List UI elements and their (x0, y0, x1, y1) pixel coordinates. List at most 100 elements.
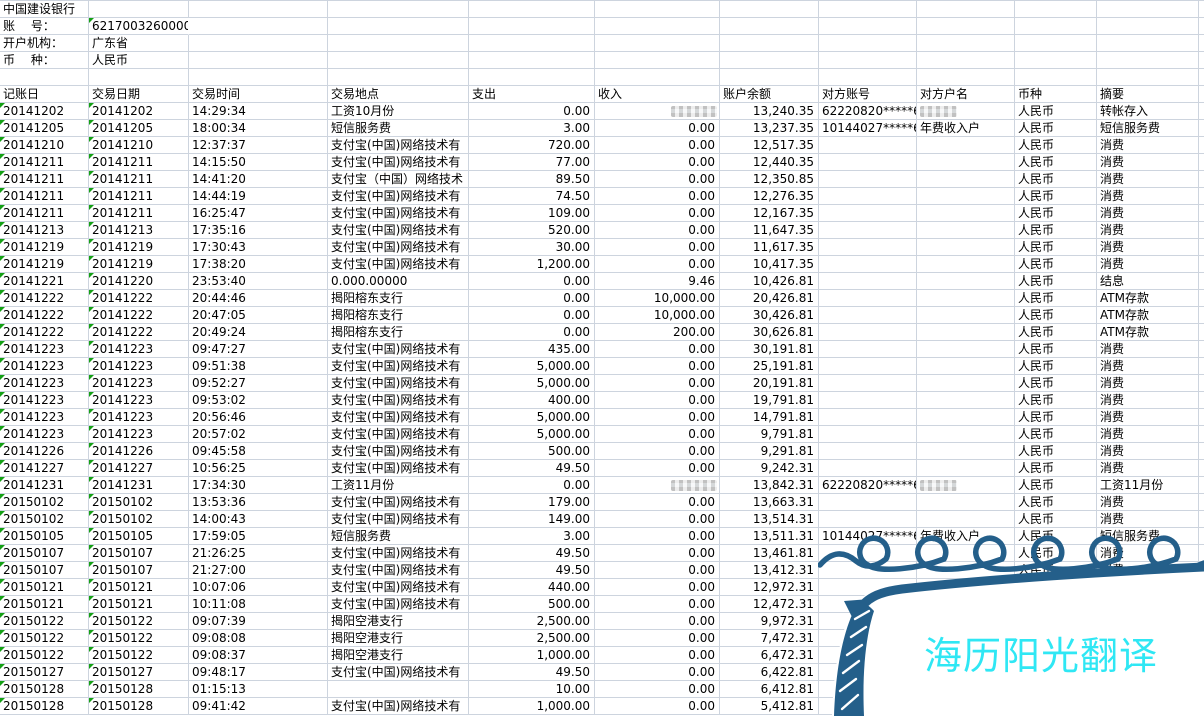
cell[interactable] (595, 69, 720, 86)
cell[interactable] (1199, 698, 1204, 715)
cell-name[interactable] (917, 426, 1015, 443)
cell-posting-date[interactable]: 20141222 (0, 324, 89, 341)
cell-summary[interactable]: 消费 (1097, 171, 1199, 188)
cell-name[interactable] (917, 409, 1015, 426)
cell-balance[interactable]: 13,461.81 (720, 545, 819, 562)
cell[interactable] (595, 18, 720, 35)
cell[interactable] (1199, 52, 1204, 69)
cell-income[interactable]: 0.00 (595, 596, 720, 613)
cell-income[interactable]: 0.00 (595, 222, 720, 239)
cell-balance[interactable]: 12,972.31 (720, 579, 819, 596)
cell-summary[interactable]: 消费 (1097, 205, 1199, 222)
cell[interactable] (1199, 69, 1204, 86)
cell-currency[interactable]: 人民币 (1015, 375, 1097, 392)
cell-account[interactable] (819, 596, 917, 613)
cell-posting-date[interactable]: 20141223 (0, 375, 89, 392)
cell-balance[interactable]: 12,440.35 (720, 154, 819, 171)
cell-posting-date[interactable]: 20141226 (0, 443, 89, 460)
cell[interactable] (1199, 545, 1204, 562)
cell-expense[interactable]: 5,000.00 (469, 426, 595, 443)
cell-balance[interactable]: 13,237.35 (720, 120, 819, 137)
cell-account[interactable] (819, 324, 917, 341)
cell[interactable] (1199, 528, 1204, 545)
cell-balance[interactable]: 30,191.81 (720, 341, 819, 358)
cell-account[interactable]: 10144027*****62 (819, 120, 917, 137)
cell-balance[interactable]: 6,422.81 (720, 664, 819, 681)
cell[interactable] (1015, 1, 1097, 18)
cell-summary[interactable]: 消费 (1097, 409, 1199, 426)
cell-balance[interactable]: 13,240.35 (720, 103, 819, 120)
cell-account[interactable] (819, 613, 917, 630)
column-header[interactable]: 币种 (1015, 86, 1097, 103)
cell-account[interactable] (819, 273, 917, 290)
cell-balance[interactable]: 7,472.31 (720, 630, 819, 647)
cell[interactable] (1199, 205, 1204, 222)
cell-posting-date[interactable]: 20141223 (0, 341, 89, 358)
cell-income[interactable]: 0.00 (595, 613, 720, 630)
cell-location[interactable]: 支付宝(中国)网络技术有 (328, 579, 469, 596)
cell-income[interactable]: 0.00 (595, 562, 720, 579)
cell[interactable] (1199, 86, 1204, 103)
cell-location[interactable]: 支付宝(中国)网络技术有 (328, 358, 469, 375)
cell-summary[interactable]: 消费 (1097, 562, 1199, 579)
cell-balance[interactable]: 10,426.81 (720, 273, 819, 290)
cell-time[interactable]: 09:48:17 (189, 664, 328, 681)
cell-name[interactable] (917, 239, 1015, 256)
cell-location[interactable]: 支付宝(中国)网络技术有 (328, 545, 469, 562)
cell-account[interactable] (819, 630, 917, 647)
cell-income[interactable]: 0.00 (595, 681, 720, 698)
cell[interactable] (1015, 18, 1097, 35)
cell-expense[interactable]: 400.00 (469, 392, 595, 409)
cell-expense[interactable]: 1,000.00 (469, 647, 595, 664)
cell-trans-date[interactable]: 20150128 (89, 681, 189, 698)
cell-currency[interactable] (1015, 681, 1097, 698)
cell-trans-date[interactable]: 20150107 (89, 545, 189, 562)
cell-balance[interactable]: 13,842.31 (720, 477, 819, 494)
cell-location[interactable]: 支付宝(中国)网络技术有 (328, 511, 469, 528)
cell[interactable] (89, 69, 189, 86)
cell-summary[interactable] (1097, 698, 1199, 715)
cell-balance[interactable]: 20,191.81 (720, 375, 819, 392)
cell[interactable] (1199, 511, 1204, 528)
cell[interactable] (1199, 613, 1204, 630)
cell-time[interactable]: 01:15:13 (189, 681, 328, 698)
cell-expense[interactable]: 0.00 (469, 273, 595, 290)
cell-currency[interactable] (1015, 596, 1097, 613)
cell[interactable] (1199, 35, 1204, 52)
bank-name-cell[interactable]: 中国建设银行 (0, 1, 89, 18)
column-header[interactable]: 交易地点 (328, 86, 469, 103)
cell-trans-date[interactable]: 20141222 (89, 307, 189, 324)
cell-posting-date[interactable]: 20141222 (0, 290, 89, 307)
cell-time[interactable]: 09:53:02 (189, 392, 328, 409)
cell[interactable] (1199, 103, 1204, 120)
cell-time[interactable]: 09:41:42 (189, 698, 328, 715)
cell-expense[interactable]: 500.00 (469, 596, 595, 613)
cell-account[interactable] (819, 290, 917, 307)
cell-income[interactable]: 0.00 (595, 579, 720, 596)
cell-currency[interactable]: 人民币 (1015, 256, 1097, 273)
cell-income[interactable]: 0.00 (595, 171, 720, 188)
cell-posting-date[interactable]: 20141211 (0, 171, 89, 188)
cell-posting-date[interactable]: 20150122 (0, 613, 89, 630)
column-header[interactable]: 记账日 (0, 86, 89, 103)
cell[interactable] (469, 35, 595, 52)
cell-name[interactable] (917, 358, 1015, 375)
cell-income[interactable]: 0.00 (595, 239, 720, 256)
cell-posting-date[interactable]: 20141213 (0, 222, 89, 239)
cell-posting-date[interactable]: 20141227 (0, 460, 89, 477)
cell-location[interactable]: 支付宝(中国)网络技术有 (328, 596, 469, 613)
cell-location[interactable]: 支付宝(中国)网络技术有 (328, 409, 469, 426)
cell-location[interactable]: 揭阳空港支行 (328, 647, 469, 664)
cell-location[interactable]: 支付宝(中国)网络技术有 (328, 188, 469, 205)
cell[interactable] (469, 1, 595, 18)
cell-income[interactable]: 0.00 (595, 664, 720, 681)
cell[interactable] (1199, 392, 1204, 409)
cell-location[interactable]: 支付宝(中国)网络技术有 (328, 239, 469, 256)
cell-expense[interactable]: 0.00 (469, 103, 595, 120)
cell-name[interactable] (917, 205, 1015, 222)
cell-posting-date[interactable]: 20150107 (0, 545, 89, 562)
column-header[interactable]: 支出 (469, 86, 595, 103)
cell-account[interactable] (819, 545, 917, 562)
cell-balance[interactable]: 11,617.35 (720, 239, 819, 256)
cell-expense[interactable]: 0.00 (469, 307, 595, 324)
